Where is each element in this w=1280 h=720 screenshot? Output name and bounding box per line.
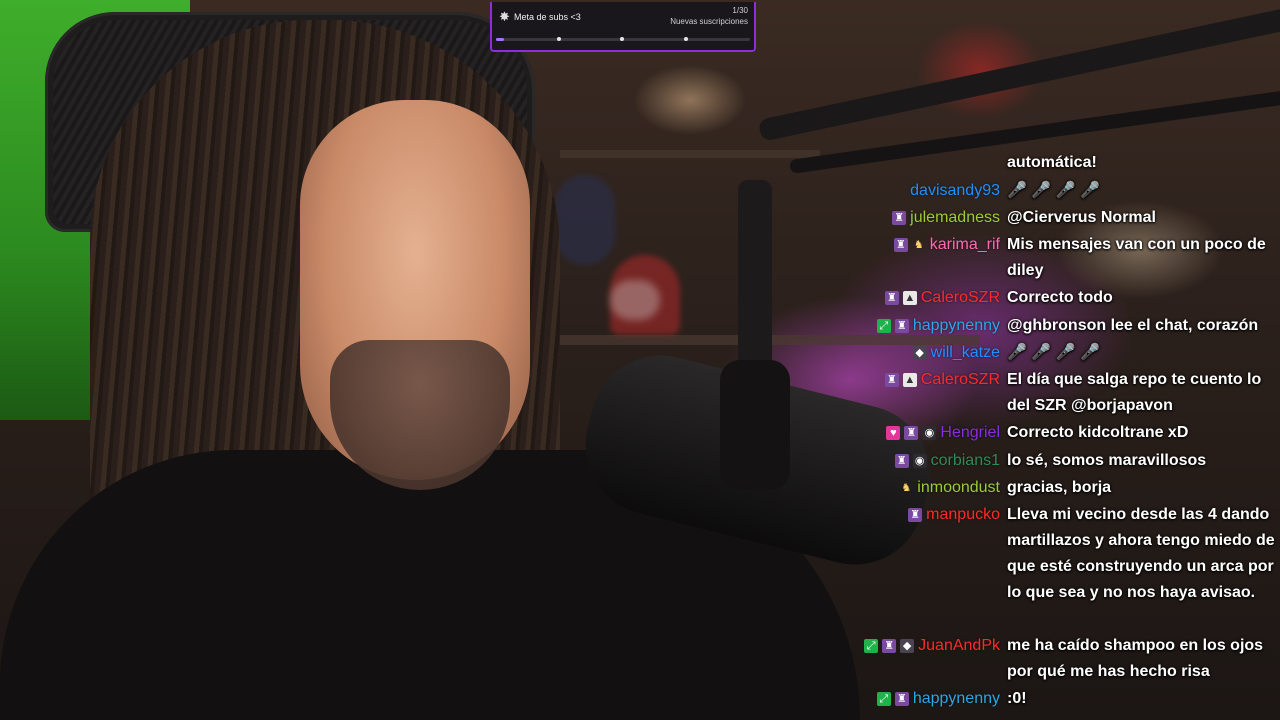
chat-message-text: 🎤 🎤 🎤 🎤	[1007, 182, 1101, 199]
subscriber-badge-icon: ♜	[892, 211, 907, 225]
mic-yoke	[720, 360, 790, 490]
chat-username[interactable]: CaleroSZR	[921, 367, 1000, 393]
subscriber-badge-icon: ♜	[904, 426, 919, 440]
vip-badge-icon: ▲	[902, 373, 917, 387]
sub-goal-title: Meta de subs <3	[514, 12, 581, 22]
subscriber-badge-icon: ♜	[893, 238, 908, 252]
moderator-badge-icon: ◉	[912, 454, 927, 468]
chat-overlay: automática! davisandy93 🎤 🎤 🎤 🎤 ♜ julemadnes…	[800, 150, 1280, 720]
chat-username[interactable]: manpucko	[926, 502, 1000, 528]
subscriber-badge-icon: ♜	[884, 291, 899, 305]
chat-message-text: 🎤 🎤 🎤 🎤	[1007, 344, 1101, 361]
chat-message-text: @ghbronson lee el chat, corazón	[1007, 317, 1259, 334]
chat-username[interactable]: Hengriel	[940, 420, 1000, 446]
chat-message-header: ⤢ ♜ happynenny	[876, 686, 1000, 712]
sub-gift-badge-icon: ⤢	[864, 639, 879, 653]
chat-message-text: @Cierverus Normal	[1007, 209, 1156, 226]
subscriber-badge-icon: ♜	[884, 373, 899, 387]
chat-username[interactable]: karima_rif	[930, 232, 1000, 258]
chat-username[interactable]: happynenny	[913, 313, 1000, 339]
streamer	[0, 0, 860, 720]
heart-badge-icon: ♥	[886, 426, 901, 440]
chat-message-header: ◆ will_katze	[912, 340, 1000, 366]
progress-milestone	[683, 37, 688, 41]
sub-goal-count: 1/30	[732, 6, 748, 15]
star-badge-icon: ✸	[499, 9, 510, 24]
chat-message-text: :0!	[1007, 690, 1027, 707]
chat-message-header: ⤢ ♜ ◆ JuanAndPk	[864, 633, 1000, 659]
sub-gift-badge-icon: ⤢	[876, 692, 891, 706]
chat-message-header: ♜ ▲ CaleroSZR	[884, 367, 1000, 393]
sub-goal-subtitle: Nuevas suscripciones	[670, 17, 748, 26]
chat-message-text: El día que salga repo te cuento lo del S…	[1007, 371, 1262, 414]
chat-message-text: Correcto kidcoltrane xD	[1007, 424, 1189, 441]
chat-message-header: ♥ ♜ ◉ Hengriel	[886, 420, 1000, 446]
chat-message-header: ♜ ♞ karima_rif	[893, 232, 1000, 258]
sub-goal-progress-bar	[496, 37, 750, 41]
subscriber-badge-icon: ♜	[894, 319, 909, 333]
chat-message-text: automática!	[1007, 154, 1097, 171]
subscriber-badge-icon: ♜	[882, 639, 897, 653]
chat-message-header: ⤢ ♜ happynenny	[876, 313, 1000, 339]
chat-username[interactable]: julemadness	[910, 205, 1000, 231]
chat-username[interactable]: happynenny	[913, 686, 1000, 712]
sub-goal-progress-fill	[496, 38, 505, 41]
chat-message-header: ♞ inmoondust	[899, 475, 1000, 501]
emote-badge-icon: ◆	[900, 639, 915, 653]
chat-message-text: Lleva mi vecino desde las 4 dando martil…	[1007, 506, 1275, 601]
chat-username[interactable]: JuanAndPk	[918, 633, 1000, 659]
chat-message-text: gracias, borja	[1007, 479, 1112, 496]
chat-username[interactable]: CaleroSZR	[921, 285, 1000, 311]
sub-goal-widget: ✸ Meta de subs <3 1/30 Nuevas suscripcio…	[490, 2, 756, 52]
gold-badge-icon: ♞	[913, 239, 924, 251]
gold-badge-icon: ♞	[901, 482, 912, 494]
progress-milestone	[556, 37, 561, 41]
sub-gift-badge-icon: ⤢	[876, 319, 891, 333]
chat-message-header: ♜ ▲ CaleroSZR	[884, 285, 1000, 311]
chat-message-text: me ha caído shampoo en los ojos por qué …	[1007, 637, 1264, 680]
progress-milestone	[620, 37, 625, 41]
moderator-badge-icon: ◉	[922, 426, 937, 440]
chat-message-header: ♜ manpucko	[908, 502, 1000, 528]
subscriber-badge-icon: ♜	[908, 508, 923, 522]
chat-username[interactable]: will_katze	[931, 340, 1000, 366]
chat-username[interactable]: corbians1	[931, 448, 1000, 474]
chat-message-text: Correcto todo	[1007, 289, 1113, 306]
chat-message-text: Mis mensajes van con un poco de diley	[1007, 236, 1266, 279]
vip-badge-icon: ▲	[902, 291, 917, 305]
chat-message-header: ♜ ◉ corbians1	[894, 448, 1000, 474]
subscriber-badge-icon: ♜	[894, 454, 909, 468]
chat-username[interactable]: inmoondust	[917, 475, 1000, 501]
chat-message-header: davisandy93	[910, 178, 1000, 204]
subscriber-badge-icon: ♜	[894, 692, 909, 706]
chat-message-header: ♜ julemadness	[892, 205, 1000, 231]
emote-badge-icon: ◆	[912, 346, 927, 360]
chat-username[interactable]: davisandy93	[910, 178, 1000, 204]
chat-message-text: lo sé, somos maravillosos	[1007, 452, 1207, 469]
